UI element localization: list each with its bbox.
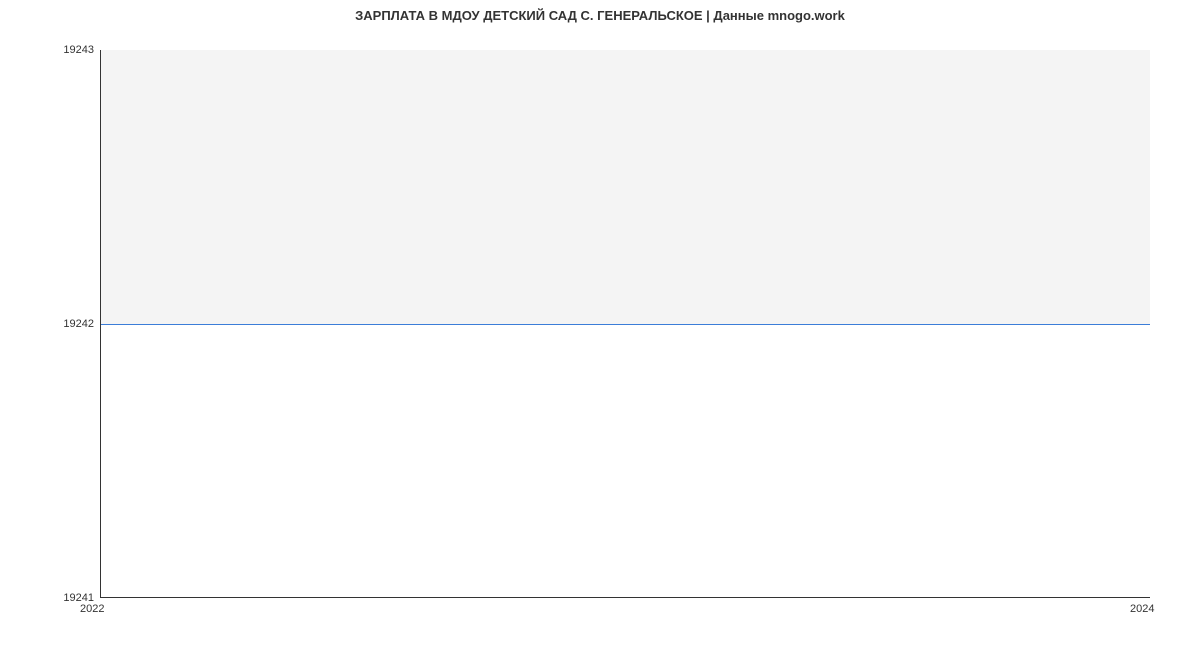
y-tick-label: 19242 [63, 318, 94, 330]
x-tick-label: 2024 [1130, 603, 1154, 615]
plot-area [100, 50, 1150, 598]
x-tick-label: 2022 [80, 603, 104, 615]
series-line [101, 324, 1150, 325]
chart-title: ЗАРПЛАТА В МДОУ ДЕТСКИЙ САД С. ГЕНЕРАЛЬС… [0, 8, 1200, 23]
plot-background [101, 50, 1150, 324]
y-tick-label: 19243 [63, 44, 94, 56]
